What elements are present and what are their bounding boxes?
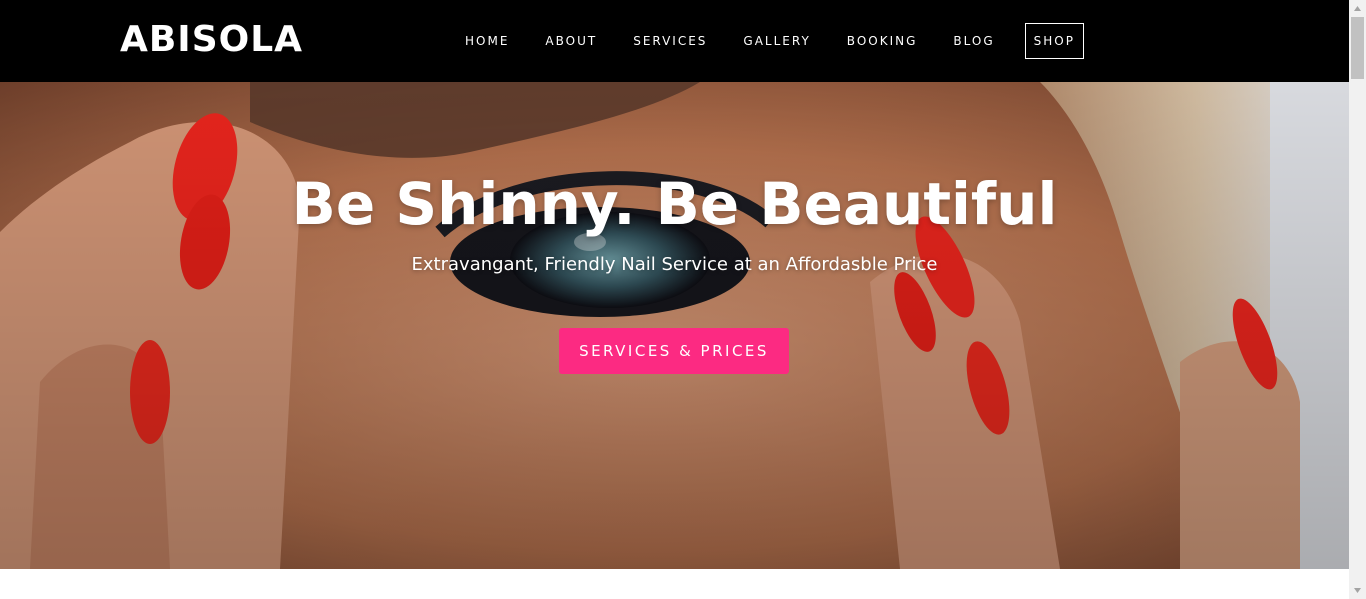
content-below-fold xyxy=(0,569,1349,599)
scrollbar-thumb[interactable] xyxy=(1351,17,1364,79)
hero-background-image xyxy=(0,82,1349,569)
nav-gallery[interactable]: GALLERY xyxy=(725,23,828,59)
scroll-up-arrow-icon[interactable] xyxy=(1349,0,1366,17)
nav-home[interactable]: HOME xyxy=(447,23,527,59)
site-logo[interactable]: ABISOLA xyxy=(120,18,303,62)
nav-services[interactable]: SERVICES xyxy=(615,23,725,59)
nav-shop-button[interactable]: SHOP xyxy=(1024,23,1084,59)
nav-booking[interactable]: BOOKING xyxy=(829,23,936,59)
hero-subheadline: Extravangant, Friendly Nail Service at a… xyxy=(411,254,938,275)
hero-banner: Be Shinny. Be Beautiful Extravangant, Fr… xyxy=(0,82,1349,569)
scroll-down-arrow-icon[interactable] xyxy=(1349,582,1366,599)
hero-headline: Be Shinny. Be Beautiful xyxy=(291,170,1058,238)
site-header: ABISOLA HOME ABOUT SERVICES GALLERY BOOK… xyxy=(0,0,1349,82)
main-nav: HOME ABOUT SERVICES GALLERY BOOKING BLOG… xyxy=(447,23,1084,59)
nav-blog[interactable]: BLOG xyxy=(935,23,1012,59)
page: ABISOLA HOME ABOUT SERVICES GALLERY BOOK… xyxy=(0,0,1366,599)
services-prices-button[interactable]: SERVICES & PRICES xyxy=(559,328,789,374)
nav-about[interactable]: ABOUT xyxy=(527,23,615,59)
page-scrollbar[interactable] xyxy=(1349,0,1366,599)
